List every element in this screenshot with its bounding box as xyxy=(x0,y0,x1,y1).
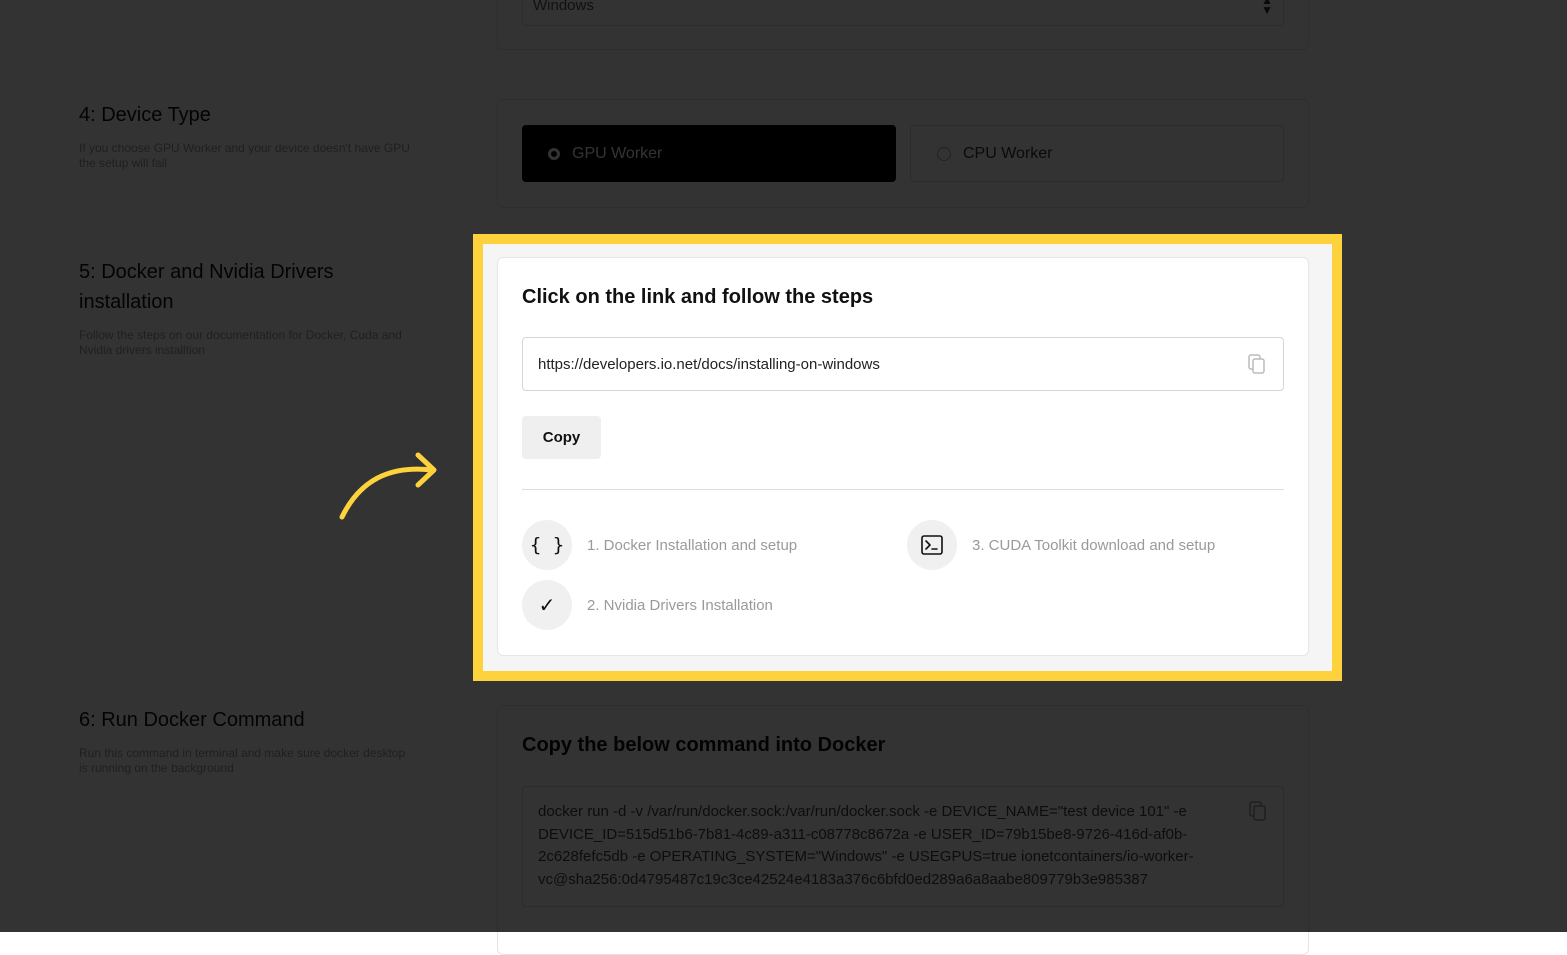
docs-url-field[interactable]: https://developers.io.net/docs/installin… xyxy=(522,337,1284,391)
cpu-worker-option[interactable]: CPU Worker xyxy=(910,125,1284,182)
section-5-subtitle: Follow the steps on our documentation fo… xyxy=(79,328,402,357)
command-line: 2c628fefc5db -e OPERATING_SYSTEM="Window… xyxy=(538,848,1194,865)
divider xyxy=(522,489,1284,490)
arrow-annotation-icon xyxy=(339,452,437,520)
braces-icon: { } xyxy=(522,520,572,570)
chevron-updown-icon: ▲ ▼ xyxy=(1261,0,1273,17)
copy-icon[interactable] xyxy=(1246,353,1268,375)
section-6-subtitle: Run this command in terminal and make su… xyxy=(79,746,406,775)
copy-button[interactable]: Copy xyxy=(522,416,601,459)
section-6-title: 6: Run Docker Command xyxy=(79,709,305,731)
docs-url-text: https://developers.io.net/docs/installin… xyxy=(538,355,880,373)
cpu-worker-label: CPU Worker xyxy=(963,144,1053,162)
step-docker-label: 1. Docker Installation and setup xyxy=(587,536,798,554)
radio-selected-icon xyxy=(548,147,560,160)
gpu-worker-option[interactable]: GPU Worker xyxy=(522,125,896,182)
step-cuda-label: 3. CUDA Toolkit download and setup xyxy=(972,536,1216,554)
docker-command-heading: Copy the below command into Docker xyxy=(522,734,886,756)
docker-command-box[interactable]: docker run -d -v /var/run/docker.sock:/v… xyxy=(522,786,1284,907)
os-select-value: Windows xyxy=(533,0,594,14)
terminal-icon xyxy=(907,520,957,570)
os-select[interactable]: Windows ▲ ▼ xyxy=(522,0,1284,26)
command-line: docker run -d -v /var/run/docker.sock:/v… xyxy=(538,803,1187,820)
radio-unselected-icon xyxy=(937,146,951,161)
gpu-worker-label: GPU Worker xyxy=(572,144,663,162)
step-nvidia-label: 2. Nvidia Drivers Installation xyxy=(587,596,773,614)
step-nvidia[interactable]: ✓ 2. Nvidia Drivers Installation xyxy=(522,580,773,630)
installation-card-heading: Click on the link and follow the steps xyxy=(522,286,874,308)
section-5-title: 5: Docker and Nvidia Drivers installatio… xyxy=(79,261,334,313)
command-line: vc@sha256:0d4795487c19c3ce42524e4183a376… xyxy=(538,870,1148,888)
step-docker[interactable]: { } 1. Docker Installation and setup xyxy=(522,520,797,570)
check-icon: ✓ xyxy=(522,580,572,630)
section-4-subtitle: If you choose GPU Worker and your device… xyxy=(79,141,410,170)
step-cuda[interactable]: 3. CUDA Toolkit download and setup xyxy=(907,520,1215,570)
copy-command-icon[interactable] xyxy=(1247,800,1269,822)
section-4-title: 4: Device Type xyxy=(79,104,211,126)
command-line: DEVICE_ID=515d51b6-7b81-4c89-a311-c08778… xyxy=(538,825,1188,843)
